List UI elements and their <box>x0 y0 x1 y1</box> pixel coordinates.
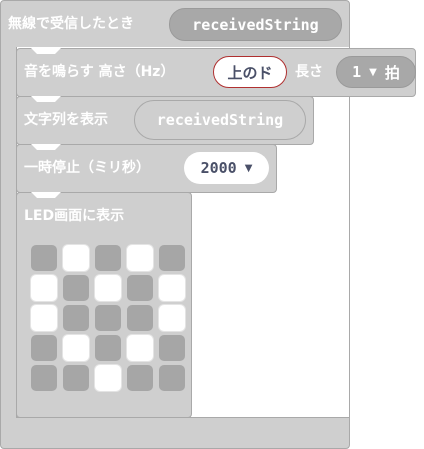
led-cell[interactable] <box>159 275 185 301</box>
led-cell[interactable] <box>63 245 89 271</box>
pause-dropdown[interactable]: 2000 ▼ <box>184 152 269 184</box>
led-cell[interactable] <box>95 365 121 391</box>
received-string-variable[interactable]: receivedString <box>169 8 342 41</box>
led-cell[interactable] <box>159 335 185 361</box>
note-picker[interactable]: 上のド <box>213 56 287 88</box>
show-string-value[interactable]: receivedString <box>134 100 306 140</box>
led-cell[interactable] <box>127 305 153 331</box>
show-string-label: 文字列を表示 <box>24 112 108 128</box>
radio-block-label: 無線で受信したとき <box>8 16 134 32</box>
led-cell[interactable] <box>127 365 153 391</box>
pause-value: 2000 <box>200 159 237 177</box>
led-cell[interactable] <box>95 245 121 271</box>
beats-dropdown[interactable]: 1 ▼ 拍 <box>336 56 416 88</box>
led-cell[interactable] <box>31 335 57 361</box>
led-cell[interactable] <box>159 305 185 331</box>
led-cell[interactable] <box>127 245 153 271</box>
led-cell[interactable] <box>31 245 57 271</box>
play-tone-label: 音を鳴らす 高さ（Hz） <box>24 64 175 80</box>
led-cell[interactable] <box>159 365 185 391</box>
duration-label: 長さ <box>295 64 323 80</box>
pause-label: 一時停止（ミリ秒） <box>24 160 150 176</box>
led-cell[interactable] <box>63 365 89 391</box>
dropdown-arrow-icon: ▼ <box>369 66 377 78</box>
led-cell[interactable] <box>31 275 57 301</box>
led-cell[interactable] <box>159 245 185 271</box>
led-cell[interactable] <box>63 275 89 301</box>
dropdown-arrow-icon: ▼ <box>244 162 253 174</box>
led-cell[interactable] <box>31 365 57 391</box>
led-cell[interactable] <box>31 305 57 331</box>
led-cell[interactable] <box>127 335 153 361</box>
beats-value: 1 <box>352 63 362 81</box>
led-cell[interactable] <box>95 275 121 301</box>
led-cell[interactable] <box>63 305 89 331</box>
led-cell[interactable] <box>63 335 89 361</box>
led-cell[interactable] <box>127 275 153 301</box>
beats-unit: 拍 <box>384 63 400 82</box>
show-leds-label: LED画面に表示 <box>24 208 125 224</box>
led-cell[interactable] <box>95 305 121 331</box>
led-cell[interactable] <box>95 335 121 361</box>
